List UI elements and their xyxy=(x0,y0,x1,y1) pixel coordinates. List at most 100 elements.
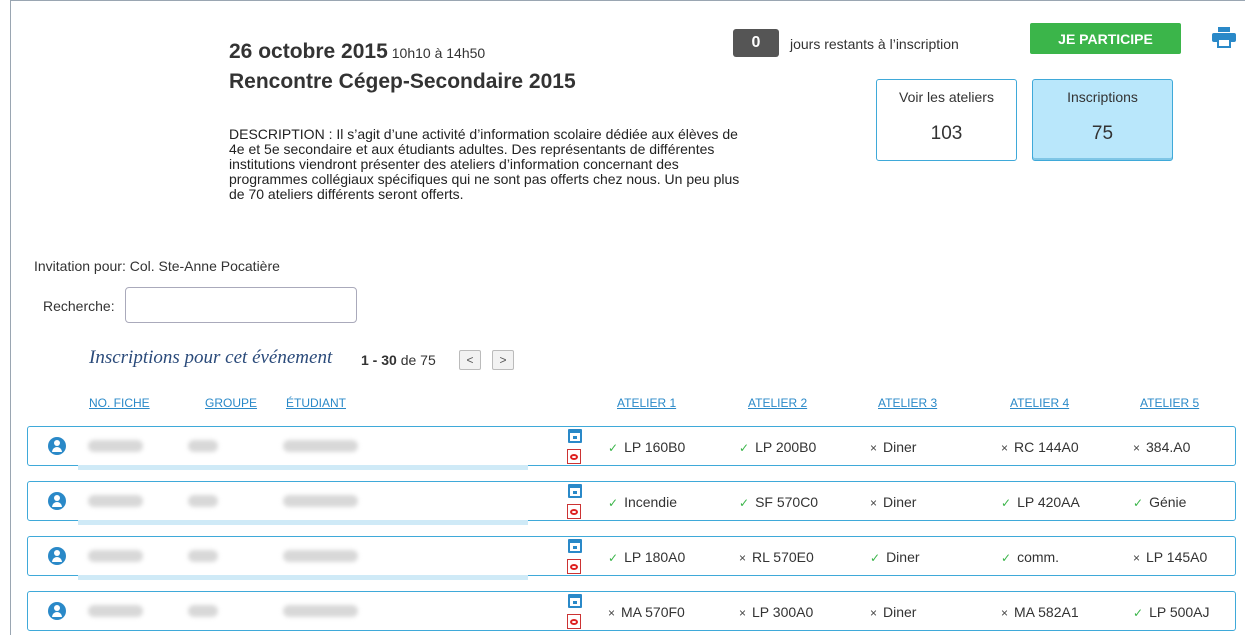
registrations-stat-button[interactable]: Inscriptions 75 xyxy=(1032,79,1173,161)
atelier-code: Diner xyxy=(883,604,917,620)
user-icon[interactable] xyxy=(48,437,66,455)
prev-page-button[interactable]: < xyxy=(459,350,481,370)
pagination-info: 1 - 30 de 75 xyxy=(361,352,436,368)
atelier-2-cell: ✓ SF 570C0 xyxy=(739,494,818,510)
row-separator xyxy=(78,465,528,470)
workshops-stat-button[interactable]: Voir les ateliers 103 xyxy=(876,79,1017,161)
next-page-button[interactable]: > xyxy=(492,350,514,370)
table-row[interactable]: × MA 570F0 × LP 300A0 × Diner × MA 582A1 ✓ LP 500… xyxy=(27,591,1236,631)
event-title: Rencontre Cégep-Secondaire 2015 xyxy=(229,70,576,93)
atelier-3-cell: × Diner xyxy=(870,494,916,510)
check-icon: ✓ xyxy=(608,441,619,455)
days-remaining-badge: 0 xyxy=(733,29,779,57)
atelier-code: Incendie xyxy=(624,494,677,510)
student-id-redacted xyxy=(88,550,143,562)
user-icon[interactable] xyxy=(48,602,66,620)
table-row[interactable]: ✓ Incendie ✓ SF 570C0 × Diner ✓ LP 420AA ✓ Génie xyxy=(27,481,1236,525)
atelier-code: LP 500AJ xyxy=(1149,604,1210,620)
atelier-1-cell: ✓ Incendie xyxy=(608,494,677,510)
registrations-list-title: Inscriptions pour cet événement xyxy=(89,347,333,368)
search-label: Recherche: xyxy=(43,298,115,314)
atelier-4-cell: × RC 144A0 xyxy=(1001,439,1079,455)
check-icon: ✓ xyxy=(870,551,881,565)
cross-icon: × xyxy=(1001,606,1009,620)
col-header-atelier-1[interactable]: ATELIER 1 xyxy=(617,396,676,410)
print-icon[interactable] xyxy=(1211,26,1237,48)
atelier-code: RC 144A0 xyxy=(1014,439,1079,455)
check-icon: ✓ xyxy=(1001,496,1012,510)
atelier-code: comm. xyxy=(1017,549,1060,565)
cross-icon: × xyxy=(1133,441,1141,455)
col-header-atelier-2[interactable]: ATELIER 2 xyxy=(748,396,807,410)
col-header-etudiant[interactable]: ÉTUDIANT xyxy=(286,396,346,410)
workshops-stat-value: 103 xyxy=(930,123,963,144)
cross-icon: × xyxy=(739,551,747,565)
col-header-atelier-3[interactable]: ATELIER 3 xyxy=(878,396,937,410)
registrations-stat-value: 75 xyxy=(1091,123,1114,144)
check-icon: ✓ xyxy=(739,496,750,510)
atelier-2-cell: ✓ LP 200B0 xyxy=(739,439,816,455)
atelier-1-cell: ✓ LP 160B0 xyxy=(608,439,685,455)
search-input[interactable] xyxy=(125,287,357,323)
calendar-icon[interactable] xyxy=(568,539,582,553)
atelier-5-cell: × LP 145A0 xyxy=(1133,549,1207,565)
atelier-4-cell: ✓ comm. xyxy=(1001,549,1059,565)
cross-icon: × xyxy=(1001,441,1009,455)
cross-icon: × xyxy=(1133,551,1141,565)
atelier-code: RL 570E0 xyxy=(752,549,814,565)
check-icon: ✓ xyxy=(608,496,619,510)
group-redacted xyxy=(188,550,218,562)
check-icon: ✓ xyxy=(1133,496,1144,510)
atelier-4-cell: × MA 582A1 xyxy=(1001,604,1079,620)
pdf-icon[interactable] xyxy=(567,614,581,629)
user-icon[interactable] xyxy=(48,547,66,565)
pdf-icon[interactable] xyxy=(567,504,581,519)
atelier-5-cell: ✓ Génie xyxy=(1133,494,1186,510)
atelier-code: LP 420AA xyxy=(1017,494,1080,510)
atelier-code: MA 582A1 xyxy=(1014,604,1079,620)
days-remaining-label: jours restants à l’inscription xyxy=(790,36,959,52)
student-name-redacted xyxy=(283,495,358,507)
col-header-atelier-4[interactable]: ATELIER 4 xyxy=(1010,396,1069,410)
check-icon: ✓ xyxy=(1001,551,1012,565)
cross-icon: × xyxy=(739,606,747,620)
atelier-code: Diner xyxy=(883,439,917,455)
atelier-code: LP 200B0 xyxy=(755,439,817,455)
event-date: 26 octobre 2015 10h10 à 14h50 xyxy=(229,40,486,63)
row-separator xyxy=(78,575,528,580)
calendar-icon[interactable] xyxy=(568,594,582,608)
table-row[interactable]: ✓ LP 160B0 ✓ LP 200B0 × Diner × RC 144A0 × 384.A0 xyxy=(27,426,1236,470)
atelier-code: Diner xyxy=(886,549,920,565)
col-header-fiche[interactable]: NO. FICHE xyxy=(89,396,150,410)
atelier-code: Diner xyxy=(883,494,917,510)
pdf-icon[interactable] xyxy=(567,559,581,574)
atelier-3-cell: ✓ Diner xyxy=(870,549,920,565)
student-name-redacted xyxy=(283,605,358,617)
student-name-redacted xyxy=(283,550,358,562)
atelier-5-cell: ✓ LP 500AJ xyxy=(1133,604,1210,620)
user-icon[interactable] xyxy=(48,492,66,510)
event-description: DESCRIPTION : Il s’agit d’une activité d… xyxy=(229,126,740,202)
group-redacted xyxy=(188,495,218,507)
student-id-redacted xyxy=(88,495,143,507)
student-id-redacted xyxy=(88,440,143,452)
student-id-redacted xyxy=(88,605,143,617)
pdf-icon[interactable] xyxy=(567,449,581,464)
atelier-2-cell: × RL 570E0 xyxy=(739,549,814,565)
atelier-code: Génie xyxy=(1149,494,1187,510)
atelier-3-cell: × Diner xyxy=(870,439,916,455)
atelier-1-cell: × MA 570F0 xyxy=(608,604,685,620)
cross-icon: × xyxy=(870,441,878,455)
calendar-icon[interactable] xyxy=(568,429,582,443)
calendar-icon[interactable] xyxy=(568,484,582,498)
participate-button[interactable]: JE PARTICIPE xyxy=(1030,23,1181,54)
col-header-atelier-5[interactable]: ATELIER 5 xyxy=(1140,396,1199,410)
atelier-5-cell: × 384.A0 xyxy=(1133,439,1190,455)
atelier-code: LP 145A0 xyxy=(1146,549,1208,565)
col-header-groupe[interactable]: GROUPE xyxy=(205,396,257,410)
invitation-text: Invitation pour: Col. Ste-Anne Pocatière xyxy=(34,258,280,274)
atelier-1-cell: ✓ LP 180A0 xyxy=(608,549,685,565)
check-icon: ✓ xyxy=(1133,606,1144,620)
atelier-3-cell: × Diner xyxy=(870,604,916,620)
table-row[interactable]: ✓ LP 180A0 × RL 570E0 ✓ Diner ✓ comm. × LP 145A0 xyxy=(27,536,1236,580)
